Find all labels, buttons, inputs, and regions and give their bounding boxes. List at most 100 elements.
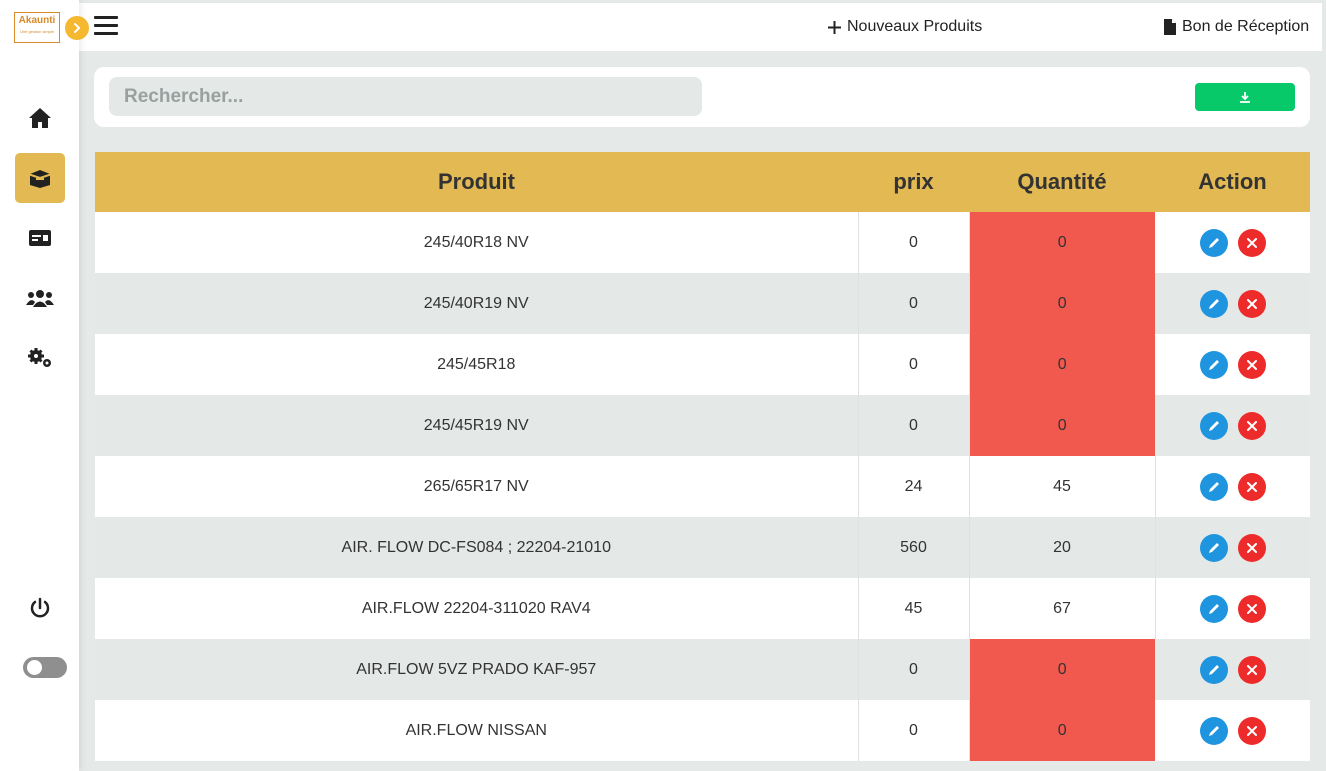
pencil-icon xyxy=(1208,542,1219,553)
table-row[interactable]: AIR.FLOW 5VZ PRADO KAF-957 0 0 xyxy=(95,639,1310,700)
app: Akaunti Une gestion simple Nouveaux Prod… xyxy=(0,0,1326,771)
receipt-label: Bon de Réception xyxy=(1182,18,1310,35)
cell-prix: 0 xyxy=(858,700,970,761)
table-row[interactable]: 265/65R17 NV 24 45 xyxy=(95,456,1310,517)
delete-button[interactable] xyxy=(1237,594,1266,623)
cell-action xyxy=(1155,212,1310,273)
edit-button[interactable] xyxy=(1199,594,1228,623)
column-header-prix[interactable]: prix xyxy=(858,152,969,212)
close-icon xyxy=(1246,725,1257,736)
close-icon xyxy=(1246,420,1257,431)
sidebar-item-home[interactable] xyxy=(15,93,65,143)
cell-quantite: 0 xyxy=(969,639,1155,700)
delete-button[interactable] xyxy=(1237,228,1266,257)
cell-prix: 0 xyxy=(858,334,970,395)
power-icon xyxy=(30,597,50,618)
theme-toggle[interactable] xyxy=(23,657,67,678)
pencil-icon xyxy=(1208,237,1219,248)
sidebar-item-settings[interactable] xyxy=(15,333,65,383)
pencil-icon xyxy=(1208,359,1219,370)
table-row[interactable]: AIR.FLOW NISSAN 0 0 xyxy=(95,700,1310,761)
cell-action xyxy=(1155,639,1310,700)
cell-action xyxy=(1155,700,1310,761)
cogs-icon xyxy=(28,348,51,367)
column-header-produit[interactable]: Produit xyxy=(95,152,858,212)
new-products-link[interactable]: Nouveaux Produits xyxy=(828,18,982,36)
close-icon xyxy=(1246,237,1257,248)
cell-produit: 245/40R18 NV xyxy=(95,212,859,273)
cell-quantite: 0 xyxy=(969,212,1155,273)
cell-produit: 245/40R19 NV xyxy=(95,273,859,334)
close-icon xyxy=(1246,359,1257,370)
cell-produit: AIR. FLOW DC-FS084 ; 22204-21010 xyxy=(95,517,859,578)
cell-action xyxy=(1155,456,1310,517)
chevron-right-icon xyxy=(74,23,80,33)
cell-quantite: 45 xyxy=(969,456,1156,517)
id-card-icon xyxy=(29,230,51,246)
column-header-quantite[interactable]: Quantité xyxy=(969,152,1155,212)
table-row[interactable]: AIR.FLOW 22204-311020 RAV4 45 67 xyxy=(95,578,1310,639)
close-icon xyxy=(1246,481,1257,492)
cell-prix: 0 xyxy=(858,273,970,334)
sidebar-item-cards[interactable] xyxy=(15,213,65,263)
sidebar-item-users[interactable] xyxy=(15,273,65,323)
edit-button[interactable] xyxy=(1199,411,1228,440)
table-row[interactable]: 245/45R19 NV 0 0 xyxy=(95,395,1310,456)
topbar: Nouveaux Produits Bon de Réception xyxy=(79,3,1322,51)
table-body: 245/40R18 NV 0 0 245/40R19 NV 0 0 245/45R18 0 0 2… xyxy=(95,212,1310,761)
search-panel xyxy=(94,67,1310,127)
sidebar-item-products[interactable] xyxy=(15,153,65,203)
cell-action xyxy=(1155,395,1310,456)
delete-button[interactable] xyxy=(1237,716,1266,745)
menu-icon[interactable] xyxy=(94,16,118,38)
column-header-action: Action xyxy=(1155,152,1310,212)
cell-prix: 24 xyxy=(858,456,970,517)
pencil-icon xyxy=(1208,603,1219,614)
edit-button[interactable] xyxy=(1199,655,1228,684)
delete-button[interactable] xyxy=(1237,533,1266,562)
download-icon xyxy=(1240,92,1250,103)
cell-prix: 0 xyxy=(858,395,970,456)
delete-button[interactable] xyxy=(1237,350,1266,379)
toggle-knob xyxy=(27,660,42,675)
expand-sidebar-button[interactable] xyxy=(65,16,89,40)
edit-button[interactable] xyxy=(1199,350,1228,379)
delete-button[interactable] xyxy=(1237,289,1266,318)
edit-button[interactable] xyxy=(1199,228,1228,257)
pencil-icon xyxy=(1208,725,1219,736)
delete-button[interactable] xyxy=(1237,472,1266,501)
receipt-link[interactable]: Bon de Réception xyxy=(1164,18,1309,36)
delete-button[interactable] xyxy=(1237,411,1266,440)
close-icon xyxy=(1246,298,1257,309)
cell-produit: 245/45R18 xyxy=(95,334,859,395)
cell-produit: 245/45R19 NV xyxy=(95,395,859,456)
search-input[interactable] xyxy=(109,77,702,116)
close-icon xyxy=(1246,664,1257,675)
logo-text: Akaunti xyxy=(18,15,56,26)
edit-button[interactable] xyxy=(1199,533,1228,562)
delete-button[interactable] xyxy=(1237,655,1266,684)
cell-quantite: 0 xyxy=(969,395,1155,456)
table-row[interactable]: 245/45R18 0 0 xyxy=(95,334,1310,395)
cell-prix: 0 xyxy=(858,212,970,273)
table-row[interactable]: 245/40R18 NV 0 0 xyxy=(95,212,1310,273)
cell-action xyxy=(1155,517,1310,578)
home-icon xyxy=(29,108,51,128)
pencil-icon xyxy=(1208,481,1219,492)
edit-button[interactable] xyxy=(1199,716,1228,745)
edit-button[interactable] xyxy=(1199,289,1228,318)
download-button[interactable] xyxy=(1195,83,1295,111)
cell-quantite: 0 xyxy=(969,273,1155,334)
table-row[interactable]: AIR. FLOW DC-FS084 ; 22204-21010 560 20 xyxy=(95,517,1310,578)
table-row[interactable]: 245/40R19 NV 0 0 xyxy=(95,273,1310,334)
cell-action xyxy=(1155,578,1310,639)
cell-produit: 265/65R17 NV xyxy=(95,456,859,517)
sidebar: Akaunti Une gestion simple xyxy=(0,0,89,771)
cell-quantite: 0 xyxy=(969,334,1155,395)
users-icon xyxy=(26,290,54,307)
edit-button[interactable] xyxy=(1199,472,1228,501)
logo[interactable]: Akaunti Une gestion simple xyxy=(14,12,60,43)
logout-button[interactable] xyxy=(15,583,65,633)
products-table: Produit prix Quantité Action 245/40R18 N… xyxy=(95,152,1310,761)
plus-icon xyxy=(828,20,841,34)
